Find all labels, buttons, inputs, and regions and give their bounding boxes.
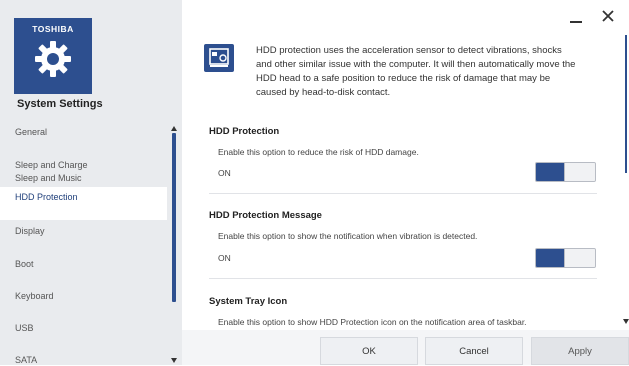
sidebar-item-keyboard[interactable]: Keyboard <box>0 290 167 304</box>
divider <box>209 193 597 194</box>
sidebar-item-sleep-and-music[interactable]: Sleep and Music <box>0 172 167 184</box>
system-tray-icon-description: Enable this option to show HDD Protectio… <box>218 317 527 327</box>
hdd-protection-icon <box>204 44 234 72</box>
hdd-protection-description: Enable this option to reduce the risk of… <box>218 147 419 157</box>
brand-tile: TOSHIBA <box>14 18 92 94</box>
sidebar-item-usb[interactable]: USB <box>0 322 167 336</box>
sidebar-item-general[interactable]: General <box>0 126 167 140</box>
sidebar: TOSHIBA System Settings General Sleep an… <box>0 0 182 365</box>
hdd-protection-message-toggle[interactable] <box>535 248 596 268</box>
divider <box>209 278 597 279</box>
ok-button[interactable]: OK <box>320 337 418 365</box>
toggle-fill <box>536 249 566 267</box>
close-icon[interactable] <box>602 10 614 26</box>
app-title: System Settings <box>17 98 103 110</box>
main-panel: HDD protection uses the acceleration sen… <box>182 0 629 365</box>
sidebar-item-boot[interactable]: Boot <box>0 258 167 272</box>
hdd-protection-state: ON <box>218 168 231 178</box>
hdd-protection-toggle[interactable] <box>535 162 596 182</box>
cancel-button[interactable]: Cancel <box>425 337 523 365</box>
gear-icon <box>35 41 71 77</box>
minimize-icon[interactable] <box>570 10 582 30</box>
main-scroll-down-arrow-icon[interactable] <box>622 318 629 324</box>
hdd-protection-message-state: ON <box>218 253 231 263</box>
main-scrollbar-thumb[interactable] <box>625 35 627 173</box>
toggle-fill <box>536 163 566 181</box>
hdd-protection-message-description: Enable this option to show the notificat… <box>218 231 478 241</box>
info-description: HDD protection uses the acceleration sen… <box>256 45 576 98</box>
toggle-knob <box>564 163 595 181</box>
hdd-protection-title: HDD Protection <box>209 126 280 137</box>
hdd-protection-message-title: HDD Protection Message <box>209 210 322 221</box>
system-tray-icon-title: System Tray Icon <box>209 296 288 307</box>
scroll-up-arrow-icon[interactable] <box>170 125 178 131</box>
toggle-knob <box>564 249 595 267</box>
sidebar-item-hdd-protection[interactable]: HDD Protection <box>0 187 167 220</box>
sidebar-item-sleep-and-charge[interactable]: Sleep and Charge <box>0 159 167 171</box>
scroll-down-arrow-icon[interactable] <box>170 357 178 363</box>
sidebar-scrollbar-thumb[interactable] <box>172 133 176 302</box>
apply-button[interactable]: Apply <box>531 337 629 365</box>
sidebar-item-sata[interactable]: SATA <box>0 354 167 366</box>
sidebar-item-display[interactable]: Display <box>0 225 167 239</box>
toshiba-logo: TOSHIBA <box>32 24 74 34</box>
